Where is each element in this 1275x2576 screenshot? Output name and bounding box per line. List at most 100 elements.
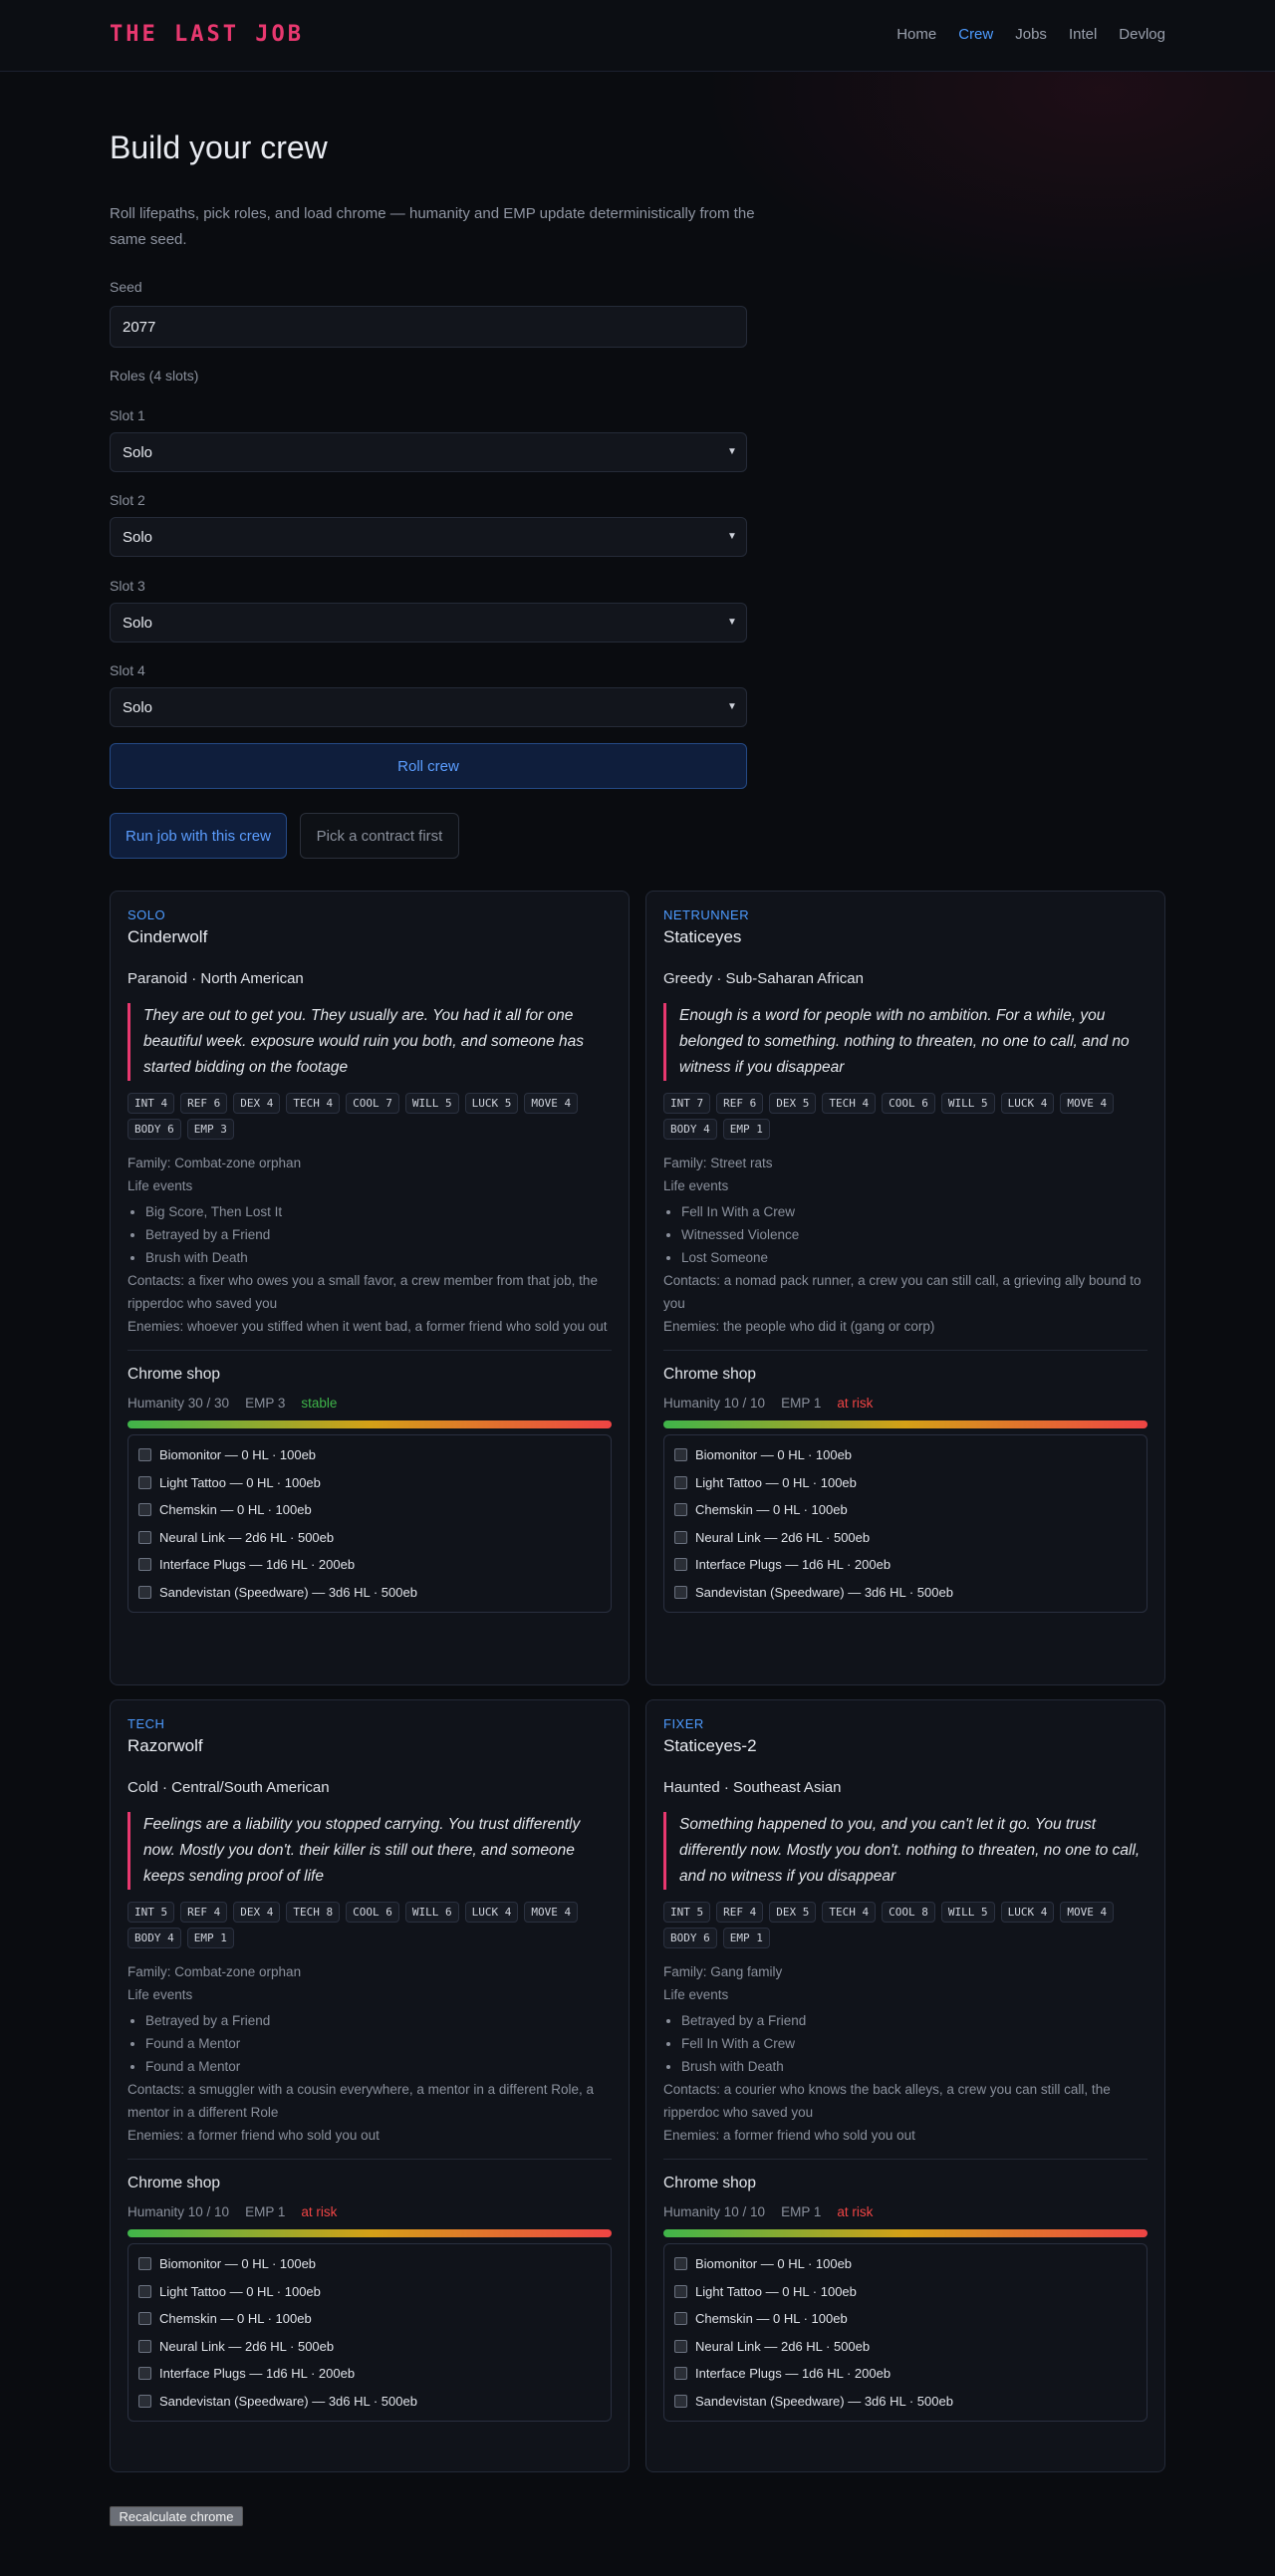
shop-item[interactable]: Light Tattoo — 0 HL · 100eb [674, 1469, 1137, 1497]
humanity-bar [663, 2229, 1148, 2237]
shop-item[interactable]: Sandevistan (Speedware) — 3d6 HL · 500eb [138, 1579, 601, 1607]
shop-item[interactable]: Sandevistan (Speedware) — 3d6 HL · 500eb [674, 2388, 1137, 2416]
checkbox[interactable] [138, 2312, 151, 2326]
shop-item[interactable]: Chemskin — 0 HL · 100eb [138, 2305, 601, 2333]
checkbox[interactable] [138, 2394, 151, 2408]
shop-item[interactable]: Interface Plugs — 1d6 HL · 200eb [138, 1551, 601, 1579]
nav-link-intel[interactable]: Intel [1069, 26, 1097, 43]
shop-item[interactable]: Light Tattoo — 0 HL · 100eb [674, 2278, 1137, 2306]
checkbox[interactable] [138, 1585, 151, 1599]
life-events-list: Betrayed by a Friend Fell In With a Crew… [663, 2009, 1148, 2078]
checkbox[interactable] [674, 1530, 687, 1544]
stat-badge: MOVE 4 [1060, 1902, 1115, 1923]
shop-item[interactable]: Light Tattoo — 0 HL · 100eb [138, 1469, 601, 1497]
slot-2-select[interactable]: Solo [110, 517, 747, 557]
pick-contract-button[interactable]: Pick a contract first [300, 813, 459, 859]
checkbox[interactable] [674, 2312, 687, 2326]
checkbox[interactable] [138, 1448, 151, 1462]
nav-link-home[interactable]: Home [896, 26, 936, 43]
seed-input[interactable] [110, 306, 747, 348]
checkbox[interactable] [674, 2394, 687, 2408]
shop-item[interactable]: Neural Link — 2d6 HL · 500eb [674, 1524, 1137, 1552]
contacts-text: Contacts: a nomad pack runner, a crew yo… [663, 1273, 1142, 1311]
shop-item[interactable]: Neural Link — 2d6 HL · 500eb [138, 1524, 601, 1552]
shop-item[interactable]: Interface Plugs — 1d6 HL · 200eb [674, 1551, 1137, 1579]
checkbox[interactable] [674, 1503, 687, 1517]
nav-link-jobs[interactable]: Jobs [1015, 26, 1047, 43]
humanity-value: Humanity 30 / 30 [128, 1396, 230, 1411]
role-label: NETRUNNER [663, 907, 750, 922]
shop-item[interactable]: Chemskin — 0 HL · 100eb [138, 1496, 601, 1524]
backstory-quote: Something happened to you, and you can't… [663, 1812, 1148, 1890]
checkbox[interactable] [674, 1558, 687, 1572]
checkbox[interactable] [674, 2339, 687, 2353]
humanity-bar [128, 1420, 612, 1428]
crew-card: FIXER Staticeyes-2 Haunted · Southeast A… [645, 1699, 1165, 2472]
checkbox[interactable] [138, 2284, 151, 2298]
stat-badge: REF 4 [716, 1902, 764, 1923]
role-label: SOLO [128, 907, 166, 922]
checkbox[interactable] [138, 2339, 151, 2353]
shop-item[interactable]: Chemskin — 0 HL · 100eb [674, 2305, 1137, 2333]
handle-name: Cinderwolf [128, 927, 208, 946]
slot-3-select[interactable]: Solo [110, 603, 747, 643]
checkbox[interactable] [674, 1448, 687, 1462]
humanity-row: Humanity 10 / 10 EMP 1 at risk [663, 1396, 1148, 1411]
shop-item[interactable]: Biomonitor — 0 HL · 100eb [674, 1441, 1137, 1469]
roll-crew-button[interactable]: Roll crew [110, 743, 747, 789]
divider [128, 2159, 612, 2160]
stat-badge: REF 4 [180, 1902, 228, 1923]
shop-item[interactable]: Biomonitor — 0 HL · 100eb [138, 2250, 601, 2278]
slot-1-select[interactable]: Solo [110, 432, 747, 472]
stat-badge: EMP 1 [186, 1928, 234, 1948]
shop-item[interactable]: Biomonitor — 0 HL · 100eb [138, 1441, 601, 1469]
humanity-value: Humanity 10 / 10 [663, 1396, 766, 1411]
shop-item[interactable]: Neural Link — 2d6 HL · 500eb [674, 2333, 1137, 2361]
trait-origin: Haunted · Southeast Asian [663, 1779, 842, 1796]
stats-row: INT 7 REF 6 DEX 5 TECH 4 COOL 6 WILL 5 L… [663, 1093, 1148, 1140]
checkbox[interactable] [674, 2257, 687, 2271]
shop-item[interactable]: Sandevistan (Speedware) — 3d6 HL · 500eb [138, 2388, 601, 2416]
checkbox[interactable] [138, 1558, 151, 1572]
shop-item[interactable]: Chemskin — 0 HL · 100eb [674, 1496, 1137, 1524]
shop-item[interactable]: Interface Plugs — 1d6 HL · 200eb [674, 2360, 1137, 2388]
nav-link-crew[interactable]: Crew [958, 26, 993, 43]
checkbox[interactable] [138, 2257, 151, 2271]
slot-2-label: Slot 2 [110, 492, 145, 508]
chrome-shop-title: Chrome shop [663, 1366, 757, 1383]
checkbox[interactable] [138, 1530, 151, 1544]
run-job-button[interactable]: Run job with this crew [110, 813, 287, 859]
checkbox[interactable] [674, 2284, 687, 2298]
stats-row: INT 5 REF 4 DEX 5 TECH 4 COOL 8 WILL 5 L… [663, 1902, 1148, 1948]
slot-4-select[interactable]: Solo [110, 687, 747, 727]
stat-badge: EMP 1 [722, 1928, 770, 1948]
checkbox[interactable] [138, 1503, 151, 1517]
checkbox[interactable] [138, 1475, 151, 1489]
checkbox[interactable] [674, 1475, 687, 1489]
brand-logo[interactable]: THE LAST JOB [110, 22, 304, 47]
shop-item[interactable]: Interface Plugs — 1d6 HL · 200eb [138, 2360, 601, 2388]
list-item: Brush with Death [681, 2055, 1148, 2078]
top-nav: THE LAST JOB Home Crew Jobs Intel Devlog [0, 0, 1275, 72]
checkbox[interactable] [674, 2367, 687, 2381]
shop-item[interactable]: Biomonitor — 0 HL · 100eb [674, 2250, 1137, 2278]
shop-item[interactable]: Neural Link — 2d6 HL · 500eb [138, 2333, 601, 2361]
chrome-shop-list: Biomonitor — 0 HL · 100eb Light Tattoo —… [663, 1434, 1148, 1613]
checkbox[interactable] [674, 1585, 687, 1599]
list-item: Fell In With a Crew [681, 2032, 1148, 2055]
shop-item[interactable]: Sandevistan (Speedware) — 3d6 HL · 500eb [674, 1579, 1137, 1607]
enemies-text: Enemies: the people who did it (gang or … [663, 1319, 935, 1334]
recalculate-chrome-button[interactable]: Recalculate chrome [110, 2506, 243, 2526]
humanity-value: Humanity 10 / 10 [663, 2204, 766, 2219]
handle-name: Staticeyes [663, 927, 742, 946]
humanity-row: Humanity 10 / 10 EMP 1 at risk [128, 2204, 612, 2219]
nav-link-devlog[interactable]: Devlog [1119, 26, 1165, 43]
life-events-list: Betrayed by a Friend Found a Mentor Foun… [128, 2009, 612, 2078]
stat-badge: TECH 4 [286, 1093, 341, 1114]
stats-row: INT 4 REF 6 DEX 4 TECH 4 COOL 7 WILL 5 L… [128, 1093, 612, 1140]
shop-item[interactable]: Light Tattoo — 0 HL · 100eb [138, 2278, 601, 2306]
stat-badge: BODY 6 [663, 1928, 717, 1948]
checkbox[interactable] [138, 2367, 151, 2381]
emp-value: EMP 3 [245, 1396, 286, 1411]
emp-value: EMP 1 [781, 2204, 822, 2219]
